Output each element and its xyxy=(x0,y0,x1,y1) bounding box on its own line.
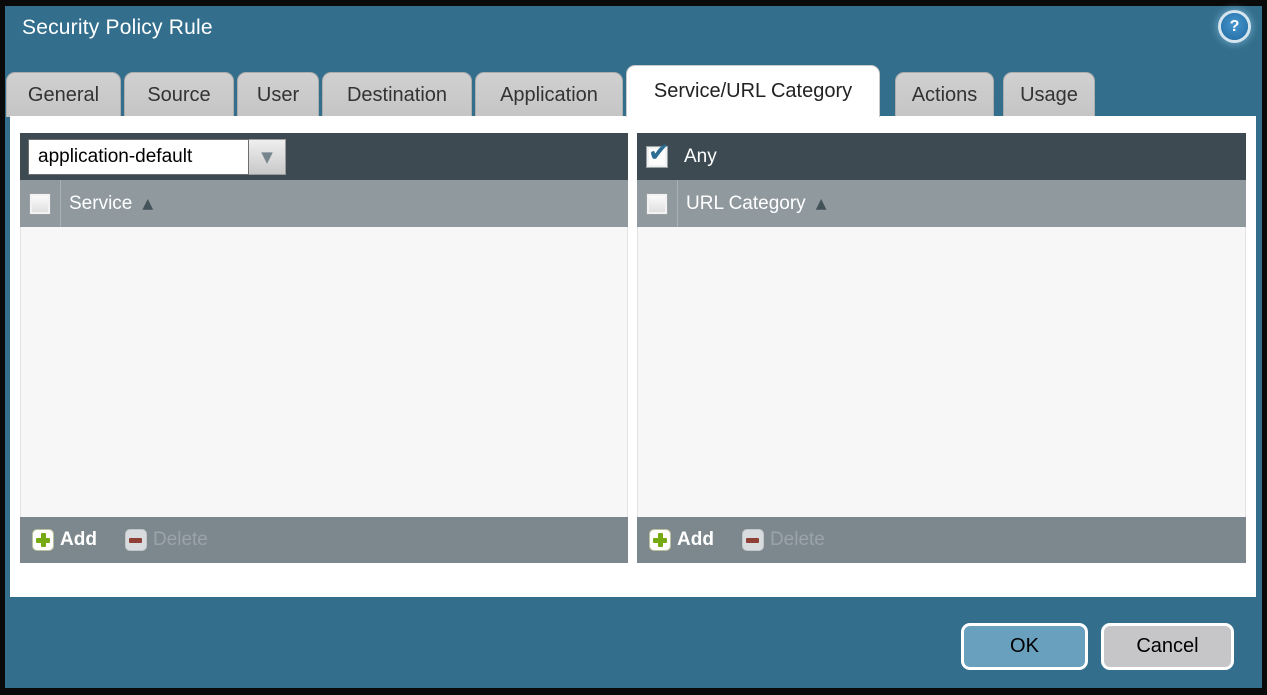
tab-general[interactable]: General xyxy=(6,72,121,117)
url-category-delete-label: Delete xyxy=(770,529,825,551)
service-add-button[interactable]: Add xyxy=(32,529,97,551)
tab-application[interactable]: Application xyxy=(475,72,623,117)
url-category-column-header-row: URL Category ▲ xyxy=(637,180,1246,227)
service-type-dropdown-value[interactable]: application-default xyxy=(28,139,249,175)
check-icon: ✔ xyxy=(648,138,670,168)
url-category-select-all-checkbox[interactable] xyxy=(646,193,668,215)
service-select-all-cell xyxy=(20,180,61,227)
service-type-dropdown: application-default ▼ xyxy=(28,139,286,175)
minus-icon xyxy=(125,529,147,551)
help-icon[interactable]: ? xyxy=(1221,13,1248,40)
tab-service-url-category[interactable]: Service/URL Category xyxy=(626,65,880,117)
dialog-title: Security Policy Rule xyxy=(22,16,213,40)
plus-icon xyxy=(32,529,54,551)
url-category-delete-button[interactable]: Delete xyxy=(742,529,825,551)
tab-bar: General Source User Destination Applicat… xyxy=(6,65,1098,117)
minus-icon xyxy=(742,529,764,551)
service-delete-label: Delete xyxy=(153,529,208,551)
service-add-label: Add xyxy=(60,529,97,551)
url-category-panel-footer: Add Delete xyxy=(637,517,1246,563)
url-category-add-label: Add xyxy=(677,529,714,551)
service-select-all-checkbox[interactable] xyxy=(29,193,51,215)
any-checkbox[interactable]: ✔ xyxy=(646,146,668,168)
service-type-dropdown-button[interactable]: ▼ xyxy=(249,139,286,175)
tab-user[interactable]: User xyxy=(237,72,319,117)
url-category-add-button[interactable]: Add xyxy=(649,529,714,551)
url-category-panel: ✔ Any URL Category ▲ Add Delete xyxy=(637,133,1246,563)
service-column-header-row: Service ▲ xyxy=(20,180,628,227)
chevron-down-icon: ▼ xyxy=(261,148,273,166)
service-panel-footer: Add Delete xyxy=(20,517,628,563)
service-list xyxy=(20,227,628,517)
service-panel-header: application-default ▼ xyxy=(20,133,628,180)
help-question-glyph: ? xyxy=(1230,18,1240,36)
service-delete-button[interactable]: Delete xyxy=(125,529,208,551)
tab-actions[interactable]: Actions xyxy=(895,72,994,117)
tab-source[interactable]: Source xyxy=(124,72,234,117)
any-checkbox-label: Any xyxy=(684,146,717,168)
service-column-label: Service xyxy=(69,193,132,215)
tab-destination[interactable]: Destination xyxy=(322,72,472,117)
service-panel: application-default ▼ Service ▲ Add Dele… xyxy=(20,133,628,563)
tab-usage[interactable]: Usage xyxy=(1003,72,1095,117)
cancel-button[interactable]: Cancel xyxy=(1101,623,1234,670)
ok-button[interactable]: OK xyxy=(961,623,1088,670)
url-category-list xyxy=(637,227,1246,517)
plus-icon xyxy=(649,529,671,551)
url-category-column-sort[interactable]: URL Category ▲ xyxy=(686,193,826,215)
url-category-panel-header: ✔ Any xyxy=(637,133,1246,180)
url-category-select-all-cell xyxy=(637,180,678,227)
url-category-column-label: URL Category xyxy=(686,193,806,215)
sort-asc-icon: ▲ xyxy=(816,196,827,212)
sort-asc-icon: ▲ xyxy=(142,196,153,212)
service-column-sort[interactable]: Service ▲ xyxy=(69,193,153,215)
